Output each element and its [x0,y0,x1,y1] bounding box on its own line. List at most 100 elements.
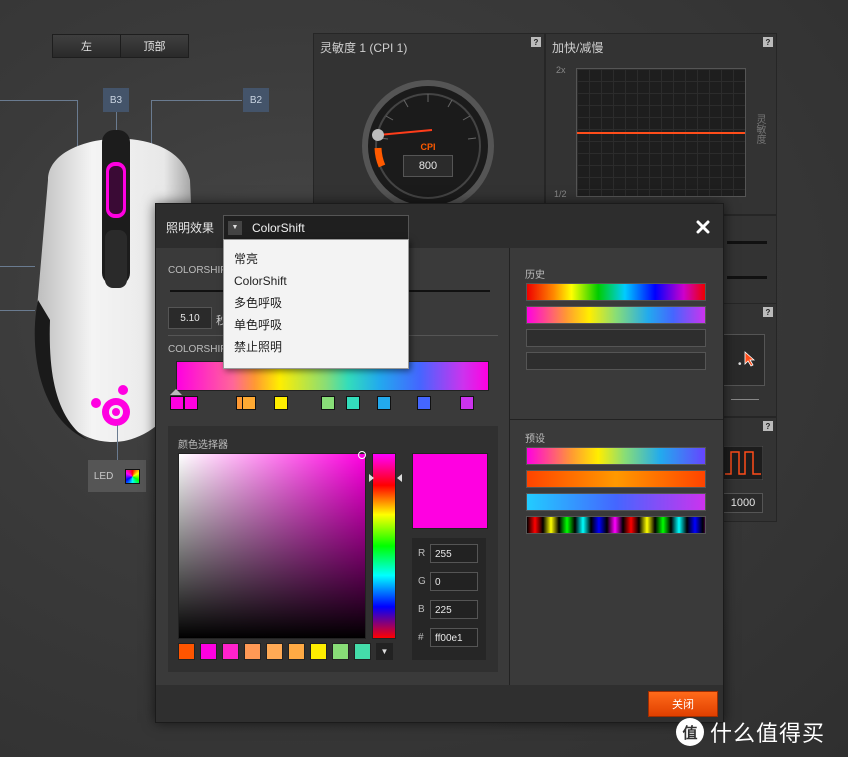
history-item[interactable] [526,306,706,324]
accel-curve[interactable] [577,132,745,134]
polling-waveform [723,446,763,480]
g-input[interactable]: 0 [430,572,478,591]
selected-color-preview [412,453,488,529]
right-divider [510,419,723,420]
dialog-footer [156,685,723,722]
history-label: 历史 [525,270,545,281]
stop-marker[interactable] [274,396,288,410]
b1-leader-h [0,100,78,101]
history-item-empty[interactable] [526,329,706,347]
picker-handle[interactable] [358,451,366,459]
r-input[interactable]: 255 [430,544,478,563]
side-slider-2[interactable] [727,276,767,279]
button-b2-label[interactable]: B2 [243,88,269,112]
effect-option[interactable]: 单色呼吸 [224,314,408,336]
hex-label: # [418,632,424,643]
view-top-button[interactable]: 顶部 [120,35,188,57]
saturation-value-area[interactable] [178,451,366,639]
close-icon[interactable] [696,220,710,234]
lighting-dialog: 照明效果 ▼ ColorShift COLORSHIFT 5.10 秒 COLO… [155,203,724,723]
stop-marker[interactable] [346,396,360,410]
b-label: B [418,604,425,615]
color-swatch[interactable] [178,643,195,660]
color-swatch[interactable] [222,643,239,660]
swatch-more-icon[interactable]: ▼ [376,643,393,660]
swatch-row: ▼ [178,643,393,660]
stop-marker[interactable] [321,396,335,410]
preset-item[interactable] [526,470,706,488]
polling-value[interactable]: 1000 [723,493,763,513]
accel-y-top: 2x [556,65,566,75]
stop-marker[interactable] [377,396,391,410]
close-button[interactable]: 关闭 [648,691,718,717]
color-swatch[interactable] [266,643,283,660]
gauge-cpi-label: CPI [420,142,435,152]
accel-y-bottom: 1/2 [554,189,567,199]
accel-side-label: 灵敏度 [754,114,765,144]
hue-pointer-icon [397,474,402,482]
rgb-fields: R 255 G 0 B 225 # ff00e1 [412,538,486,660]
stop-marker[interactable] [460,396,474,410]
watermark: 值 什么值得买 [676,716,825,748]
effect-select[interactable]: ▼ ColorShift [223,215,409,240]
color-swatch[interactable] [310,643,327,660]
speed-value-field[interactable]: 5.10 [168,307,212,329]
effect-option[interactable]: 常亮 [224,248,408,270]
preset-item[interactable] [526,493,706,511]
color-swatch[interactable] [288,643,305,660]
led-zone[interactable]: LED [88,460,146,492]
column-divider [509,248,510,685]
effect-option[interactable]: 多色呼吸 [224,292,408,314]
button-b3-label[interactable]: B3 [103,88,129,112]
pointer-panel: ? • [720,303,777,417]
led-leader [117,425,118,460]
accel-graph[interactable] [576,68,746,197]
view-left-button[interactable]: 左 [53,35,120,57]
view-toggle: 左 顶部 [52,34,189,58]
stop-marker[interactable] [184,396,198,410]
side-slider-1[interactable] [727,241,767,244]
effect-option[interactable]: ColorShift [224,270,408,292]
preset-item[interactable] [526,447,706,465]
history-item-empty[interactable] [526,352,706,370]
stop-marker[interactable] [417,396,431,410]
r-label: R [418,548,426,559]
watermark-logo-icon: 值 [676,718,704,746]
accel-help-icon[interactable]: ? [763,37,773,47]
color-swatch[interactable] [244,643,261,660]
color-swatch[interactable] [354,643,371,660]
watermark-text: 什么值得买 [710,721,826,746]
b-input[interactable]: 225 [430,600,478,619]
gradient-stops [170,389,495,411]
g-label: G [418,576,426,587]
effect-dropdown-menu: 常亮 ColorShift 多色呼吸 单色呼吸 禁止照明 [223,239,409,369]
effect-option[interactable]: 禁止照明 [224,336,408,358]
history-item[interactable] [526,283,706,301]
color-picker: 颜色选择器 R 255 G 0 B 225 # ff00e1 ▼ [168,426,498,672]
color-picker-label: 颜色选择器 [178,440,228,451]
stop-marker[interactable] [170,396,184,410]
color-swatch[interactable] [332,643,349,660]
color-swatch[interactable] [200,643,217,660]
cpi-value-field[interactable]: 800 [403,155,453,177]
pointer-preview: • [723,334,765,386]
polling-help-icon[interactable]: ? [763,421,773,431]
presets-label: 预设 [525,434,545,445]
preset-item[interactable] [526,516,706,534]
cursor-icon [744,351,756,367]
cpi-gauge[interactable]: CPI [360,78,500,218]
stop-pointer-icon [170,389,182,395]
hex-input[interactable]: ff00e1 [430,628,478,647]
chevron-down-icon: ▼ [228,220,242,235]
pointer-slider[interactable] [731,399,759,400]
cpi-help-icon[interactable]: ? [531,37,541,47]
side-sliders-panel [720,215,777,305]
cpi-panel: 灵敏度 1 (CPI 1) ? CPI 800 [313,33,545,215]
stop-marker[interactable] [242,396,256,410]
led-color-icon [125,468,141,484]
hue-slider[interactable] [372,453,396,639]
b2-leader-h [152,100,242,101]
pointer-help-icon[interactable]: ? [763,307,773,317]
dot-icon: • [738,359,742,370]
cpi-title: 灵敏度 1 (CPI 1) [320,41,408,55]
